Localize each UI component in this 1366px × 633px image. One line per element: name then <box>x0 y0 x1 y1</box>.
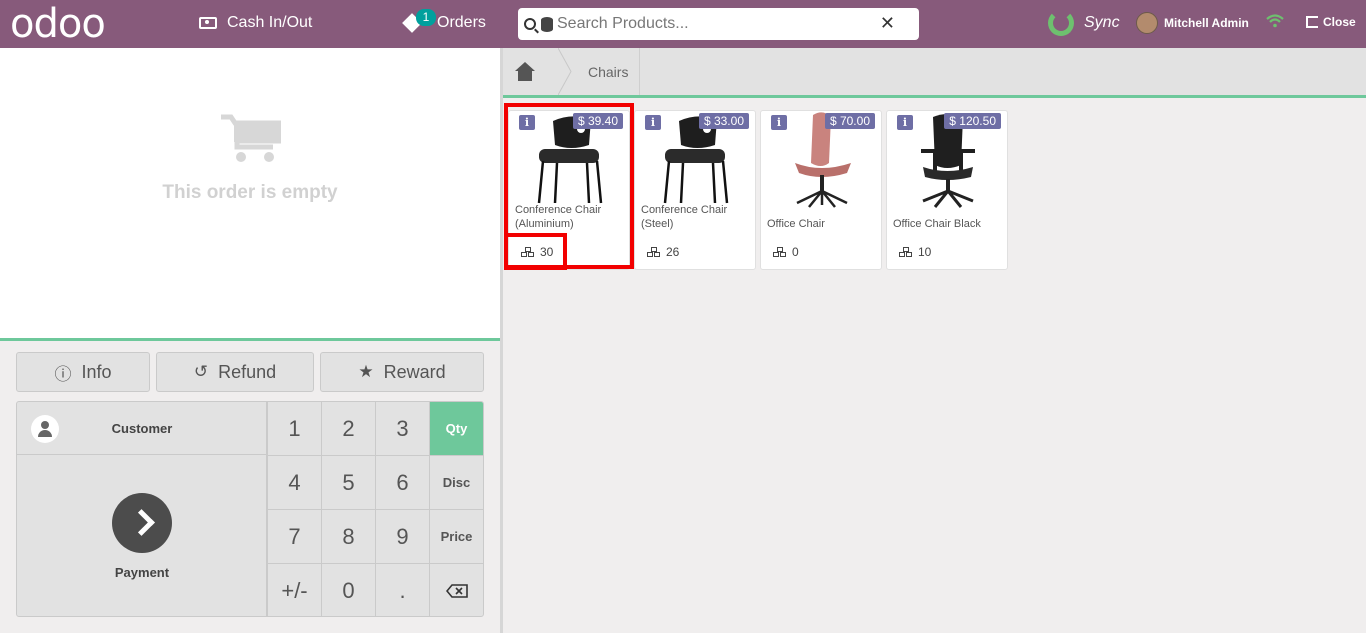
product-stock: 0 <box>773 245 799 259</box>
key-5[interactable]: 5 <box>321 456 375 510</box>
key-6[interactable]: 6 <box>375 456 429 510</box>
orders-label: Orders <box>437 14 486 31</box>
close-button[interactable]: Close <box>1306 15 1356 29</box>
info-button[interactable]: ⓘ Info <box>16 352 150 392</box>
key-decimal[interactable]: . <box>375 564 429 616</box>
cubes-icon <box>773 246 787 258</box>
customer-button[interactable]: Customer <box>17 402 267 455</box>
user-name: Mitchell Admin <box>1164 16 1249 30</box>
sync-icon <box>1048 10 1074 36</box>
info-icon[interactable]: i <box>645 115 661 130</box>
product-price: $ 70.00 <box>824 113 875 129</box>
key-7[interactable]: 7 <box>267 510 321 564</box>
product-card[interactable]: i $ 120.50 Office Chair Black 10 <box>886 110 1008 270</box>
reward-button[interactable]: ★ Reward <box>320 352 484 392</box>
breadcrumb-chairs[interactable]: Chairs <box>588 64 628 80</box>
product-name: Conference Chair (Steel) <box>641 204 728 230</box>
sync-button[interactable]: Sync <box>1048 10 1120 36</box>
payment-button[interactable]: Payment <box>17 455 267 616</box>
orders-count-badge: 1 <box>416 9 436 26</box>
sync-label: Sync <box>1084 14 1120 31</box>
product-card[interactable]: i $ 39.40 Conference Chair (Aluminium) 3… <box>508 110 630 270</box>
numpad: Customer Payment 1 2 3 Qty 4 5 6 Disc 7 … <box>16 401 484 617</box>
key-3[interactable]: 3 <box>375 402 429 456</box>
cash-in-out-label: Cash In/Out <box>227 14 313 31</box>
cubes-icon <box>899 246 913 258</box>
cubes-icon <box>647 246 661 258</box>
backspace-icon <box>445 583 468 598</box>
disc-mode-button[interactable]: Disc <box>429 456 483 510</box>
product-price: $ 33.00 <box>698 113 749 129</box>
pane-divider <box>500 48 503 633</box>
product-card[interactable]: i $ 70.00 Office Chair 0 <box>760 110 882 270</box>
key-0[interactable]: 0 <box>321 564 375 616</box>
breadcrumb-end <box>639 48 640 95</box>
order-panel: This order is empty <box>0 48 500 341</box>
category-breadcrumb: Chairs <box>503 48 1366 98</box>
search-icon[interactable] <box>524 18 536 30</box>
info-circle-icon: ⓘ <box>54 364 72 384</box>
product-stock: 26 <box>647 245 679 259</box>
payment-label: Payment <box>114 565 170 580</box>
stock-qty: 0 <box>792 245 799 259</box>
search-products-input[interactable] <box>557 15 877 33</box>
refund-button[interactable]: ↺ Refund <box>156 352 314 392</box>
key-2[interactable]: 2 <box>321 402 375 456</box>
key-8[interactable]: 8 <box>321 510 375 564</box>
database-icon[interactable] <box>541 16 553 32</box>
shopping-cart-icon <box>221 114 281 162</box>
key-1[interactable]: 1 <box>267 402 321 456</box>
product-name: Office Chair <box>767 218 825 230</box>
customer-label: Customer <box>111 421 173 436</box>
stock-qty: 30 <box>540 245 554 259</box>
wifi-icon <box>1266 14 1284 28</box>
reward-label: Reward <box>383 361 446 382</box>
sign-out-icon <box>1306 16 1318 28</box>
product-stock: 10 <box>899 245 931 259</box>
left-pane: This order is empty ⓘ Info ↺ Refund ★ Re… <box>0 48 500 633</box>
home-icon[interactable] <box>513 62 537 82</box>
backspace-button[interactable] <box>429 564 483 616</box>
info-icon[interactable]: i <box>897 115 913 130</box>
breadcrumb-separator <box>558 48 572 95</box>
user-menu[interactable]: Mitchell Admin <box>1136 12 1249 34</box>
odoo-logo: odoo <box>10 1 106 47</box>
search-bar: ✕ <box>518 8 919 40</box>
key-plus-minus[interactable]: +/- <box>267 564 321 616</box>
undo-icon: ↺ <box>193 362 209 381</box>
product-name: Office Chair Black <box>893 218 981 230</box>
cash-in-out-button[interactable]: Cash In/Out <box>199 14 312 32</box>
qty-mode-button[interactable]: Qty <box>429 402 483 456</box>
info-icon[interactable]: i <box>519 115 535 130</box>
product-stock: 30 <box>521 245 553 259</box>
info-icon[interactable]: i <box>771 115 787 130</box>
product-card[interactable]: i $ 33.00 Conference Chair (Steel) 26 <box>634 110 756 270</box>
top-bar: odoo Cash In/Out Orders 1 ✕ Sync Mitchel… <box>0 0 1366 48</box>
product-price: $ 39.40 <box>572 113 623 129</box>
clear-search-icon[interactable]: ✕ <box>880 13 895 34</box>
product-price: $ 120.50 <box>944 113 1001 129</box>
refund-label: Refund <box>218 361 277 382</box>
product-name: Conference Chair (Aluminium) <box>515 204 602 230</box>
stock-qty: 10 <box>918 245 932 259</box>
price-mode-button[interactable]: Price <box>429 510 483 564</box>
close-label: Close <box>1323 15 1356 29</box>
stock-qty: 26 <box>666 245 680 259</box>
money-icon <box>199 17 217 29</box>
info-label: Info <box>81 361 112 382</box>
avatar <box>1136 12 1158 34</box>
empty-order-text: This order is empty <box>162 182 338 203</box>
cubes-icon <box>521 246 535 258</box>
chevron-right-icon <box>112 493 172 553</box>
key-4[interactable]: 4 <box>267 456 321 510</box>
key-9[interactable]: 9 <box>375 510 429 564</box>
star-icon: ★ <box>358 362 374 381</box>
